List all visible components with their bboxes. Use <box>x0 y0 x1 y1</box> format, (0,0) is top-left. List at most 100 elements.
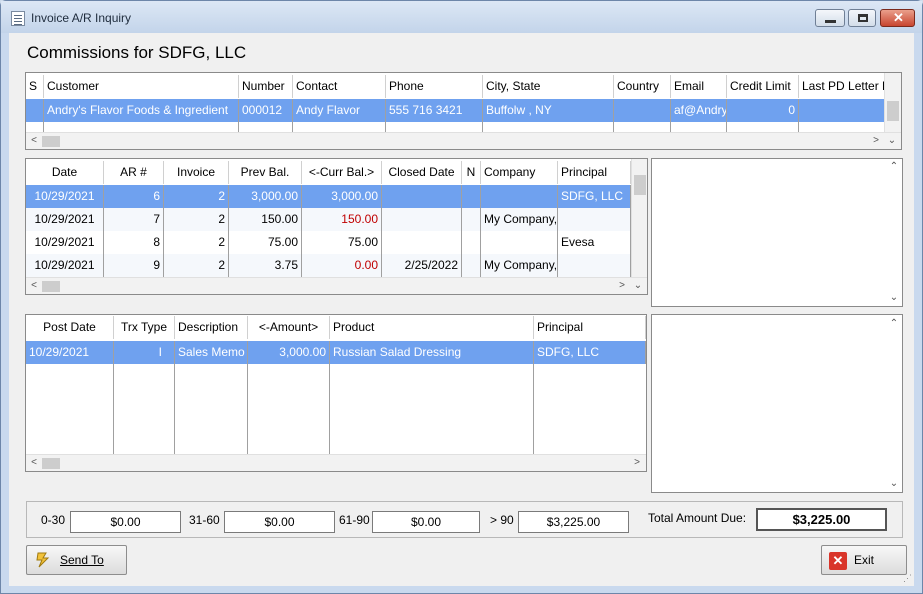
cell-number: 000012 <box>239 99 293 122</box>
col-header[interactable]: Trx Type <box>114 316 175 339</box>
col-header[interactable]: Credit Limit <box>727 75 799 98</box>
ar-hscrollbar[interactable]: < > ⌄ <box>26 277 647 294</box>
ar-grid[interactable]: Date AR # Invoice Prev Bal. <-Curr Bal.>… <box>25 158 648 295</box>
cell-curr-bal: 3,000.00 <box>302 185 382 208</box>
scroll-thumb[interactable] <box>42 281 60 292</box>
cell-closed-date <box>382 185 462 208</box>
cell-company: My Company, <box>481 208 558 231</box>
col-header[interactable]: Customer <box>44 75 239 98</box>
col-header[interactable]: N <box>462 161 481 184</box>
maximize-icon <box>858 14 868 22</box>
scroll-down-icon[interactable]: ⌄ <box>632 280 644 292</box>
col-header[interactable]: Closed Date <box>382 161 462 184</box>
minimize-button[interactable] <box>815 9 845 27</box>
resize-grip-icon[interactable]: ⋰ <box>903 573 912 584</box>
cell-post-date: 10/29/2021 <box>26 341 114 364</box>
cell-prev-bal: 150.00 <box>229 208 302 231</box>
cell-last-pd-letter <box>799 99 886 122</box>
col-header[interactable]: Invoice <box>164 161 229 184</box>
scroll-down-icon[interactable]: ⌄ <box>888 292 900 304</box>
col-header[interactable]: Country <box>614 75 671 98</box>
transaction-notes-pane[interactable]: ⌃ ⌄ <box>651 314 903 493</box>
minimize-icon <box>825 20 836 23</box>
cell-invoice: 2 <box>164 231 229 254</box>
title-bar[interactable]: Invoice A/R Inquiry ✕ <box>1 1 922 33</box>
ar-row[interactable]: 10/29/2021 6 2 3,000.00 3,000.00 SDFG, LLC <box>26 185 631 208</box>
col-header[interactable]: Email <box>671 75 727 98</box>
cell-ar-num: 8 <box>104 231 164 254</box>
ar-row[interactable]: 10/29/2021 8 2 75.00 75.00 Evesa <box>26 231 631 254</box>
scroll-right-icon[interactable]: > <box>631 457 643 469</box>
customer-grid[interactable]: S Customer Number Contact Phone City, St… <box>25 72 902 150</box>
close-icon: ✕ <box>893 10 904 25</box>
transaction-row[interactable]: 10/29/2021 I Sales Memo 3,000.00 Russian… <box>26 341 646 364</box>
cell-closed-date: 2/25/2022 <box>382 254 462 277</box>
total-amount-due-value: $3,225.00 <box>756 508 887 531</box>
send-to-button[interactable]: Send To <box>26 545 127 575</box>
col-header[interactable]: AR # <box>104 161 164 184</box>
col-header[interactable]: Principal <box>534 316 646 339</box>
col-header[interactable]: Company <box>481 161 558 184</box>
total-amount-due-label: Total Amount Due: <box>648 511 747 525</box>
scroll-right-icon[interactable]: > <box>616 280 628 292</box>
customer-hscrollbar[interactable]: < > ⌄ <box>26 132 901 149</box>
cell-email: af@Andry <box>671 99 727 122</box>
scroll-left-icon[interactable]: < <box>28 135 40 147</box>
col-header[interactable]: <-Amount> <box>248 316 330 339</box>
col-header[interactable]: Date <box>26 161 104 184</box>
col-header[interactable]: Description <box>175 316 248 339</box>
scroll-up-icon[interactable]: ⌃ <box>888 161 900 173</box>
ar-vscrollbar[interactable] <box>631 159 647 277</box>
col-header[interactable]: City, State <box>483 75 614 98</box>
cell-invoice: 2 <box>164 208 229 231</box>
ar-row[interactable]: 10/29/2021 9 2 3.75 0.00 2/25/2022 My Company, <box>26 254 631 277</box>
scroll-right-icon[interactable]: > <box>870 135 882 147</box>
col-header[interactable]: Post Date <box>26 316 114 339</box>
scroll-thumb[interactable] <box>887 101 899 121</box>
scroll-thumb[interactable] <box>42 136 60 147</box>
col-header[interactable]: Contact <box>293 75 386 98</box>
aging-61-90-value: $0.00 <box>372 511 480 533</box>
cell-curr-bal: 75.00 <box>302 231 382 254</box>
scroll-up-icon[interactable]: ⌃ <box>888 318 900 330</box>
transaction-hscrollbar[interactable]: < > <box>26 454 646 471</box>
scroll-thumb[interactable] <box>634 175 646 195</box>
cell-prev-bal: 3,000.00 <box>229 185 302 208</box>
col-header[interactable]: Principal <box>558 161 631 184</box>
ar-notes-pane[interactable]: ⌃ ⌄ <box>651 158 903 307</box>
exit-button[interactable]: ✕ Exit <box>821 545 907 575</box>
cell-city-state: Buffolw , NY <box>483 99 614 122</box>
exit-icon: ✕ <box>829 552 847 570</box>
col-header[interactable]: S <box>26 75 44 98</box>
cell-credit-limit: 0 <box>727 99 799 122</box>
col-header[interactable]: Phone <box>386 75 483 98</box>
cell-n <box>462 254 481 277</box>
col-header[interactable]: Last PD Letter P <box>799 75 886 98</box>
scroll-down-icon[interactable]: ⌄ <box>888 478 900 490</box>
aging-0-30-label: 0-30 <box>41 513 66 527</box>
col-header[interactable]: Product <box>330 316 534 339</box>
aging-0-30-value: $0.00 <box>70 511 181 533</box>
scroll-left-icon[interactable]: < <box>28 280 40 292</box>
ar-row[interactable]: 10/29/2021 7 2 150.00 150.00 My Company, <box>26 208 631 231</box>
col-header[interactable]: Number <box>239 75 293 98</box>
scroll-left-icon[interactable]: < <box>28 457 40 469</box>
cell-company: My Company, <box>481 254 558 277</box>
cell-curr-bal: 0.00 <box>302 254 382 277</box>
cell-invoice: 2 <box>164 185 229 208</box>
cell-date: 10/29/2021 <box>26 185 104 208</box>
maximize-button[interactable] <box>848 9 876 27</box>
customer-row[interactable]: Andry's Flavor Foods & Ingredient 000012… <box>26 99 886 122</box>
cell-prev-bal: 75.00 <box>229 231 302 254</box>
cell-product: Russian Salad Dressing <box>330 341 534 364</box>
scroll-thumb[interactable] <box>42 458 60 469</box>
cell-company <box>481 185 558 208</box>
aging-31-60-value: $0.00 <box>224 511 335 533</box>
transaction-grid[interactable]: Post Date Trx Type Description <-Amount>… <box>25 314 647 472</box>
scroll-down-icon[interactable]: ⌄ <box>886 135 898 147</box>
col-header[interactable]: Prev Bal. <box>229 161 302 184</box>
customer-vscrollbar[interactable] <box>884 73 901 132</box>
col-header[interactable]: <-Curr Bal.> <box>302 161 382 184</box>
cell-ar-num: 9 <box>104 254 164 277</box>
close-button[interactable]: ✕ <box>880 9 915 27</box>
